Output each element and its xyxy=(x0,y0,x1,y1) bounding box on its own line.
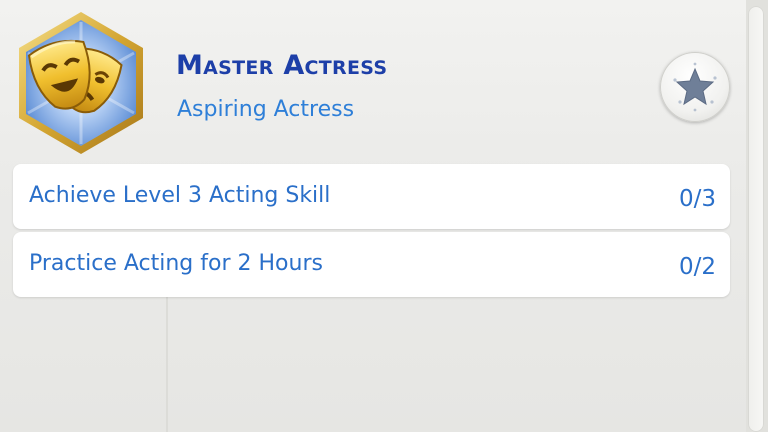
objective-label: Achieve Level 3 Acting Skill xyxy=(29,183,331,208)
aspiration-subtitle: Aspiring Actress xyxy=(177,97,355,122)
objective-progress: 0/3 xyxy=(678,186,716,212)
aspiration-panel: Master Actress Aspiring Actress Achieve … xyxy=(0,0,768,432)
divider xyxy=(166,296,168,432)
aspiration-title: Master Actress xyxy=(176,50,388,81)
star-icon xyxy=(673,62,717,112)
reward-star-button[interactable] xyxy=(660,52,730,122)
scrollbar-thumb[interactable] xyxy=(748,6,764,432)
objective-row-1[interactable]: Achieve Level 3 Acting Skill 0/3 xyxy=(13,164,730,229)
theater-masks-icon xyxy=(6,8,156,158)
objective-row-2[interactable]: Practice Acting for 2 Hours 0/2 xyxy=(13,232,730,297)
objective-label: Practice Acting for 2 Hours xyxy=(29,251,323,276)
objective-progress: 0/2 xyxy=(678,254,716,280)
